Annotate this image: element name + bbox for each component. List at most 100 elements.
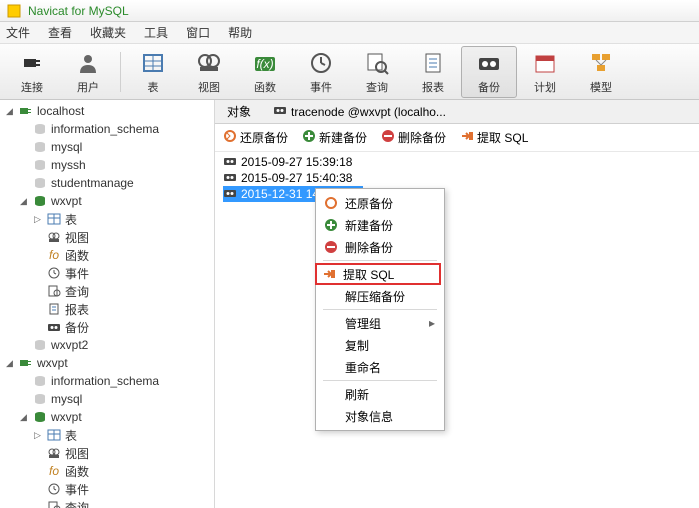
node-view-2[interactable]: 视图 bbox=[0, 444, 214, 462]
ctx-copy[interactable]: 复制 bbox=[319, 334, 441, 356]
action-restore[interactable]: 还原备份 bbox=[223, 129, 288, 146]
ctx-delete[interactable]: 删除备份 bbox=[319, 236, 441, 258]
plug-icon bbox=[18, 49, 46, 77]
menu-file[interactable]: 文件 bbox=[6, 24, 30, 41]
tab-tracenode[interactable]: tracenode @wxvpt (localho... bbox=[267, 102, 452, 121]
view-icon bbox=[46, 230, 62, 244]
node-query-2[interactable]: 查询 bbox=[0, 498, 214, 508]
menu-favorites[interactable]: 收藏夹 bbox=[90, 24, 126, 41]
collapse-icon[interactable]: ◢ bbox=[4, 358, 15, 369]
separator bbox=[323, 309, 437, 310]
database-icon bbox=[32, 122, 48, 136]
title-bar: Navicat for MySQL bbox=[0, 0, 699, 22]
menu-view[interactable]: 查看 bbox=[48, 24, 72, 41]
tool-view[interactable]: 视图 bbox=[181, 46, 237, 98]
tool-event[interactable]: 事件 bbox=[293, 46, 349, 98]
ctx-objinfo[interactable]: 对象信息 bbox=[319, 405, 441, 427]
ctx-refresh[interactable]: 刷新 bbox=[319, 383, 441, 405]
svg-text:fo: fo bbox=[49, 249, 59, 261]
report-icon bbox=[419, 49, 447, 77]
node-query[interactable]: 查询 bbox=[0, 282, 214, 300]
calendar-icon bbox=[531, 49, 559, 77]
database-icon bbox=[32, 374, 48, 388]
database-icon bbox=[32, 410, 48, 424]
view-icon bbox=[195, 49, 223, 77]
table-icon bbox=[46, 428, 62, 442]
tape-icon bbox=[273, 104, 287, 119]
svg-text:f(x): f(x) bbox=[256, 57, 273, 71]
node-event-2[interactable]: 事件 bbox=[0, 480, 214, 498]
db-information-schema-2[interactable]: information_schema bbox=[0, 372, 214, 390]
content-pane: 对象 tracenode @wxvpt (localho... 还原备份 新建备… bbox=[215, 100, 699, 508]
db-mysql-2[interactable]: mysql bbox=[0, 390, 214, 408]
collapse-icon[interactable]: ◢ bbox=[18, 412, 29, 423]
tab-objects[interactable]: 对象 bbox=[221, 101, 257, 122]
node-function-2[interactable]: fo函数 bbox=[0, 462, 214, 480]
db-mysql[interactable]: mysql bbox=[0, 138, 214, 156]
ctx-extract-sql[interactable]: 提取 SQL bbox=[315, 263, 441, 285]
expand-icon[interactable]: ▷ bbox=[32, 430, 43, 441]
db-wxvpt2[interactable]: wxvpt2 bbox=[0, 336, 214, 354]
toolbar: 连接 用户 表 视图 f(x)函数 事件 查询 报表 备份 计划 模型 bbox=[0, 44, 699, 100]
collapse-icon[interactable]: ◢ bbox=[18, 196, 29, 207]
connection-localhost[interactable]: ◢localhost bbox=[0, 102, 214, 120]
tool-function[interactable]: f(x)函数 bbox=[237, 46, 293, 98]
collapse-icon[interactable]: ◢ bbox=[4, 106, 15, 117]
table-icon bbox=[139, 49, 167, 77]
separator bbox=[323, 260, 437, 261]
db-wxvpt[interactable]: ◢wxvpt bbox=[0, 192, 214, 210]
backup-item[interactable]: 2015-09-27 15:40:38 bbox=[223, 170, 691, 186]
clock-icon bbox=[46, 266, 62, 280]
node-table-2[interactable]: ▷表 bbox=[0, 426, 214, 444]
node-report[interactable]: 报表 bbox=[0, 300, 214, 318]
menu-tools[interactable]: 工具 bbox=[144, 24, 168, 41]
main-area: ◢localhost information_schema mysql myss… bbox=[0, 100, 699, 508]
tape-icon bbox=[223, 171, 237, 186]
function-icon: f(x) bbox=[251, 49, 279, 77]
user-icon bbox=[74, 49, 102, 77]
ctx-restore[interactable]: 还原备份 bbox=[319, 192, 441, 214]
node-view[interactable]: 视图 bbox=[0, 228, 214, 246]
menu-bar: 文件 查看 收藏夹 工具 窗口 帮助 bbox=[0, 22, 699, 44]
database-icon bbox=[32, 338, 48, 352]
connection-wxvpt[interactable]: ◢wxvpt bbox=[0, 354, 214, 372]
report-icon bbox=[46, 302, 62, 316]
tool-table[interactable]: 表 bbox=[125, 46, 181, 98]
tool-backup[interactable]: 备份 bbox=[461, 46, 517, 98]
tool-model[interactable]: 模型 bbox=[573, 46, 629, 98]
node-table[interactable]: ▷表 bbox=[0, 210, 214, 228]
db-studentmanage[interactable]: studentmanage bbox=[0, 174, 214, 192]
separator bbox=[120, 52, 121, 92]
function-icon: fo bbox=[46, 248, 62, 262]
backup-list[interactable]: 2015-09-27 15:39:18 2015-09-27 15:40:38 … bbox=[215, 152, 699, 508]
ctx-rename[interactable]: 重命名 bbox=[319, 356, 441, 378]
ctx-new[interactable]: 新建备份 bbox=[319, 214, 441, 236]
tool-user[interactable]: 用户 bbox=[60, 46, 116, 98]
action-extract[interactable]: 提取 SQL bbox=[460, 129, 528, 146]
function-icon: fo bbox=[46, 464, 62, 478]
db-information-schema[interactable]: information_schema bbox=[0, 120, 214, 138]
window-title: Navicat for MySQL bbox=[28, 4, 129, 18]
action-delete[interactable]: 删除备份 bbox=[381, 129, 446, 146]
connection-tree[interactable]: ◢localhost information_schema mysql myss… bbox=[0, 100, 215, 508]
action-new[interactable]: 新建备份 bbox=[302, 129, 367, 146]
menu-window[interactable]: 窗口 bbox=[186, 24, 210, 41]
tool-query[interactable]: 查询 bbox=[349, 46, 405, 98]
clock-icon bbox=[307, 49, 335, 77]
plus-icon bbox=[302, 129, 316, 146]
db-myssh[interactable]: myssh bbox=[0, 156, 214, 174]
node-event[interactable]: 事件 bbox=[0, 264, 214, 282]
ctx-uncompress[interactable]: 解压缩备份 bbox=[319, 285, 441, 307]
tool-connect[interactable]: 连接 bbox=[4, 46, 60, 98]
tool-schedule[interactable]: 计划 bbox=[517, 46, 573, 98]
node-function[interactable]: fo函数 bbox=[0, 246, 214, 264]
menu-help[interactable]: 帮助 bbox=[228, 24, 252, 41]
tool-report[interactable]: 报表 bbox=[405, 46, 461, 98]
db-wxvpt-2[interactable]: ◢wxvpt bbox=[0, 408, 214, 426]
ctx-managegroup[interactable]: 管理组▸ bbox=[319, 312, 441, 334]
expand-icon[interactable]: ▷ bbox=[32, 214, 43, 225]
backup-item[interactable]: 2015-09-27 15:39:18 bbox=[223, 154, 691, 170]
restore-icon bbox=[223, 129, 237, 146]
action-bar: 还原备份 新建备份 删除备份 提取 SQL bbox=[215, 124, 699, 152]
node-backup[interactable]: 备份 bbox=[0, 318, 214, 336]
